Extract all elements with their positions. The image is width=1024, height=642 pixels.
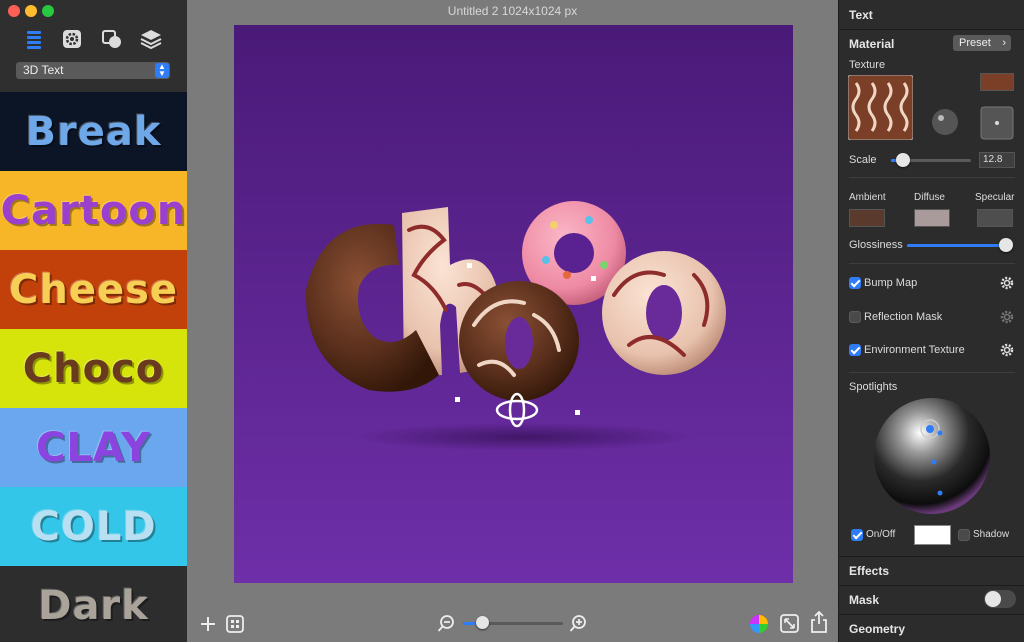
- style-preset-tile[interactable]: CLAY: [0, 408, 187, 487]
- inspector-panel: Text Material Preset › Texture Scale 12.…: [838, 0, 1024, 642]
- zoom-out-icon[interactable]: [437, 615, 455, 633]
- divider: [839, 29, 1024, 30]
- zoom-slider[interactable]: [463, 616, 563, 629]
- style-preset-label: Cheese: [8, 266, 179, 313]
- add-icon[interactable]: [199, 615, 217, 633]
- mask-toggle-knob: [985, 591, 1001, 607]
- style-preset-label: Cartoon: [0, 187, 187, 234]
- specular-color-swatch[interactable]: [977, 209, 1013, 227]
- bump-map-settings-gear-icon[interactable]: [999, 275, 1015, 291]
- choco-3d-text-render[interactable]: [234, 25, 793, 583]
- preset-button-label: Preset: [959, 37, 991, 49]
- shapes-icon[interactable]: [101, 28, 123, 50]
- light-color-swatch[interactable]: [914, 525, 951, 545]
- texture-label: Texture: [849, 59, 886, 71]
- style-preset-label: CLAY: [36, 424, 151, 471]
- style-preset-label: Choco: [22, 345, 165, 392]
- canvas-area: Untitled 2 1024x1024 px: [187, 0, 838, 642]
- spotlights-label: Spotlights: [849, 381, 898, 393]
- style-preset-label: Dark: [38, 582, 149, 629]
- glossiness-label: Glossiness: [849, 239, 903, 251]
- scale-value-field[interactable]: 12.8: [979, 152, 1015, 168]
- minimize-window-button[interactable]: [25, 5, 37, 17]
- list-icon[interactable]: [23, 28, 45, 50]
- bump-map-checkbox[interactable]: [849, 277, 861, 289]
- divider: [839, 585, 1024, 586]
- style-list: Break Cartoon Cheese Choco CLAY COLD Dark: [0, 92, 187, 642]
- effects-section-title[interactable]: Effects: [849, 564, 889, 578]
- style-category-value: 3D Text: [23, 63, 64, 77]
- on-off-label: On/Off: [866, 529, 896, 540]
- glossiness-slider-fill: [907, 244, 1006, 247]
- zoom-in-icon[interactable]: [569, 615, 587, 633]
- texture-color-swatch[interactable]: [980, 73, 1014, 91]
- environment-texture-checkbox[interactable]: [849, 344, 861, 356]
- style-category-select[interactable]: 3D Text ▲ ▼: [16, 62, 170, 79]
- material-title: Material: [849, 37, 895, 51]
- shadow-checkbox[interactable]: [958, 529, 970, 541]
- environment-texture-settings-gear-icon[interactable]: [999, 342, 1015, 358]
- scale-value: 12.8: [983, 154, 1003, 165]
- style-preset-tile[interactable]: Dark: [0, 566, 187, 642]
- chevron-updown-icon: ▲ ▼: [155, 63, 169, 78]
- style-preset-tile[interactable]: Choco: [0, 329, 187, 408]
- divider: [839, 614, 1024, 615]
- mask-toggle[interactable]: [984, 590, 1016, 608]
- divider: [849, 177, 1015, 178]
- chevron-right-icon: ›: [1002, 37, 1006, 49]
- style-preset-label: Break: [25, 108, 162, 155]
- style-preset-label: COLD: [30, 503, 157, 550]
- document-title: Untitled 2 1024x1024 px: [447, 4, 578, 18]
- styles-sidebar: 3D Text ▲ ▼ Break Cartoon Cheese Choco CLAY CO…: [0, 0, 187, 642]
- scale-slider-knob[interactable]: [896, 153, 910, 167]
- sphere-preview-icon[interactable]: [931, 108, 959, 136]
- spotlight-on-off-checkbox[interactable]: [851, 529, 863, 541]
- bottom-toolbar: [187, 606, 838, 642]
- specular-label: Specular: [975, 192, 1015, 203]
- divider: [839, 556, 1024, 557]
- preset-button[interactable]: Preset ›: [953, 35, 1011, 51]
- color-wheel-icon[interactable]: [749, 614, 769, 634]
- shadow-label: Shadow: [973, 529, 1010, 540]
- resize-icon[interactable]: [780, 614, 799, 633]
- share-icon[interactable]: [810, 611, 828, 633]
- glossiness-slider-knob[interactable]: [999, 238, 1013, 252]
- environment-texture-label: Environment Texture: [864, 344, 965, 356]
- scale-label: Scale: [849, 154, 877, 166]
- layers-icon[interactable]: [140, 28, 162, 50]
- flat-preview-icon[interactable]: [980, 106, 1014, 140]
- style-preset-tile[interactable]: Cartoon: [0, 171, 187, 250]
- bump-map-label: Bump Map: [864, 277, 918, 289]
- mask-section-title: Mask: [849, 593, 880, 607]
- ambient-label: Ambient: [849, 192, 886, 203]
- spotlight-sphere[interactable]: [872, 396, 992, 516]
- text-section-title: Text: [849, 8, 873, 22]
- reflection-mask-checkbox[interactable]: [849, 311, 861, 323]
- reflection-mask-settings-gear-icon[interactable]: [999, 309, 1015, 325]
- texture-thumbnail[interactable]: [848, 75, 913, 140]
- artboard[interactable]: [234, 25, 793, 583]
- maximize-window-button[interactable]: [42, 5, 54, 17]
- reflection-mask-label: Reflection Mask: [864, 311, 943, 323]
- scale-slider[interactable]: [891, 153, 971, 167]
- geometry-section-title[interactable]: Geometry: [849, 622, 905, 636]
- style-preset-tile[interactable]: Break: [0, 92, 187, 171]
- ambient-color-swatch[interactable]: [849, 209, 885, 227]
- grid-icon[interactable]: [226, 615, 244, 633]
- divider: [849, 263, 1015, 264]
- glossiness-slider[interactable]: [907, 238, 1013, 252]
- divider: [849, 372, 1015, 373]
- app-window: 3D Text ▲ ▼ Break Cartoon Cheese Choco CLAY CO…: [0, 0, 1024, 642]
- zoom-slider-knob[interactable]: [476, 616, 489, 629]
- diffuse-label: Diffuse: [914, 192, 945, 203]
- close-window-button[interactable]: [8, 5, 20, 17]
- style-preset-tile[interactable]: Cheese: [0, 250, 187, 329]
- gear-icon[interactable]: [61, 28, 83, 50]
- diffuse-color-swatch[interactable]: [914, 209, 950, 227]
- style-preset-tile[interactable]: COLD: [0, 487, 187, 566]
